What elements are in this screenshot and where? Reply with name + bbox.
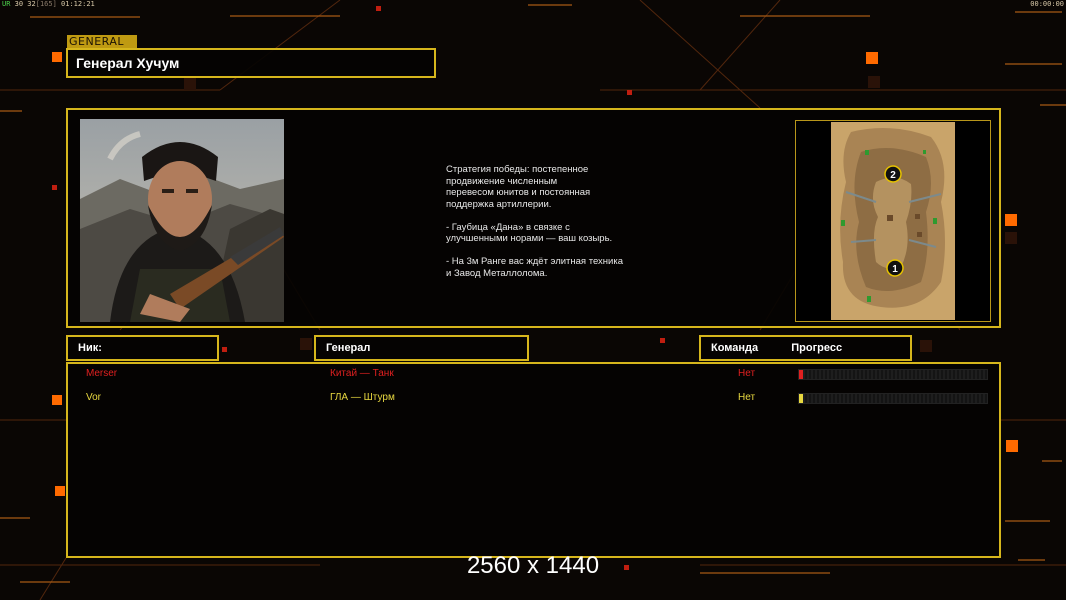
player-nick: Vor bbox=[86, 392, 102, 403]
general-portrait bbox=[80, 119, 284, 322]
minimap-preview[interactable]: 2 1 bbox=[795, 120, 991, 322]
player-general: Китай — Танк bbox=[330, 368, 394, 379]
player-progress-bar bbox=[798, 393, 988, 404]
player-progress-bar bbox=[798, 369, 988, 380]
hud-fps: 30 32 bbox=[14, 0, 36, 8]
resolution-label: 2560 x 1440 bbox=[466, 552, 600, 579]
players-list: Merser Китай — Танк Нет Vor ГЛА — Штурм … bbox=[66, 362, 1001, 558]
player-row: Vor ГЛА — Штурм Нет bbox=[68, 390, 999, 408]
hud-clock: 00:00:00 bbox=[1030, 0, 1064, 8]
map-marker-1: 1 bbox=[892, 264, 898, 275]
hud-bracket: [165] bbox=[35, 0, 57, 8]
player-row: Merser Китай — Танк Нет bbox=[68, 366, 999, 384]
player-nick: Merser bbox=[86, 368, 118, 379]
general-name: Генерал Хучум bbox=[66, 48, 436, 78]
player-progress-fill bbox=[799, 370, 803, 379]
general-description: Стратегия победы: постепенное продвижени… bbox=[446, 164, 623, 279]
player-team: Нет bbox=[738, 392, 756, 403]
header-nick: Ник: bbox=[66, 335, 219, 361]
header-team: Команда bbox=[711, 342, 759, 354]
player-team: Нет bbox=[738, 368, 756, 379]
hud-ur: UR bbox=[2, 0, 11, 8]
hud-stats: UR 30 32[165] 01:12:21 bbox=[2, 0, 95, 8]
hud-time: 01:12:21 bbox=[61, 0, 95, 8]
header-progress: Прогресс bbox=[791, 342, 843, 354]
map-marker-2: 2 bbox=[890, 170, 896, 181]
header-team-progress: Команда Прогресс bbox=[699, 335, 912, 361]
general-info-panel: Стратегия победы: постепенное продвижени… bbox=[66, 108, 1001, 328]
player-progress-fill bbox=[799, 394, 803, 403]
general-tag: GENERAL bbox=[67, 35, 137, 48]
header-general: Генерал bbox=[314, 335, 529, 361]
minimap-image: 2 1 bbox=[831, 122, 955, 320]
player-general: ГЛА — Штурм bbox=[330, 392, 395, 403]
